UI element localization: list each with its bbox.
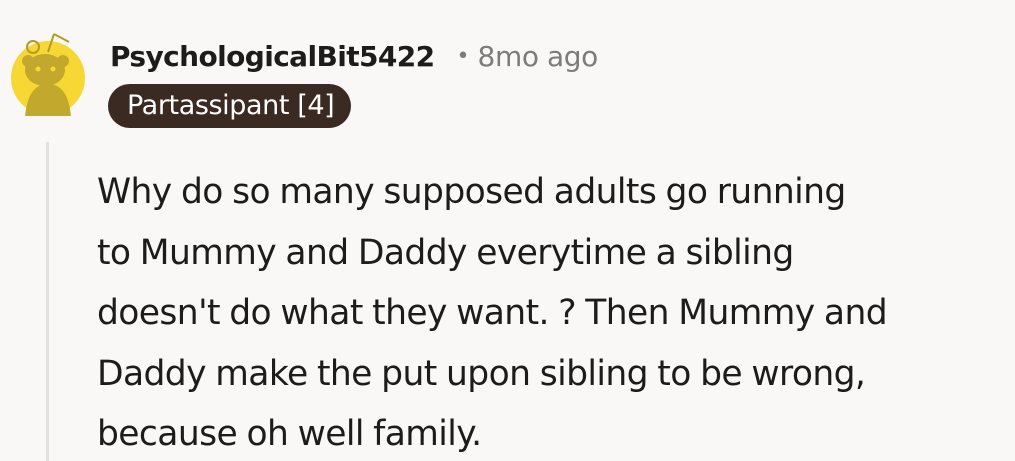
user-avatar[interactable] [11, 22, 85, 117]
comment-body-line: Why do so many supposed adults go runnin… [97, 172, 846, 212]
comment-body: Why do so many supposed adults go runnin… [97, 162, 1002, 461]
user-flair-badge: Partassipant [4] [108, 84, 352, 128]
comment-body-line: doesn't do what they want. ? Then Mummy … [97, 293, 888, 333]
comment-body-line: Daddy make the put upon sibling to be wr… [97, 353, 866, 394]
author-username[interactable]: PsychologicalBit5422 [110, 40, 435, 73]
snoo-avatar-icon [11, 33, 85, 117]
comment-timestamp[interactable]: 8mo ago [478, 40, 599, 73]
comment-body-line: because oh well family. [97, 414, 482, 454]
meta-separator: • [456, 43, 470, 69]
comment-header: PsychologicalBit5422 • 8mo ago [110, 36, 598, 76]
comment: PsychologicalBit5422 • 8mo ago Partassip… [0, 0, 1015, 461]
thread-collapse-line[interactable] [46, 142, 49, 461]
comment-body-line: to Mummy and Daddy everytime a sibling [97, 232, 794, 273]
